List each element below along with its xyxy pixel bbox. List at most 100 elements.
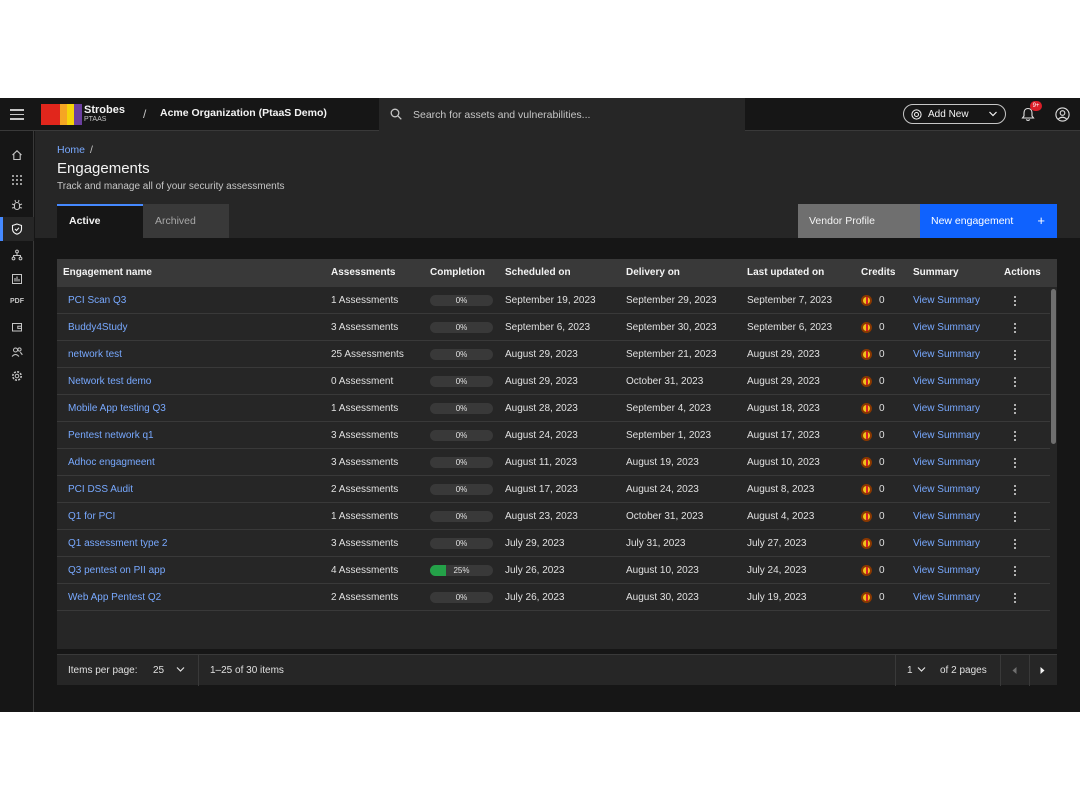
overflow-menu-icon[interactable] (1014, 593, 1017, 603)
engagement-name-link[interactable]: network test (68, 349, 122, 360)
column-header-updated[interactable]: Last updated on (747, 267, 824, 278)
scheduled-date: August 23, 2023 (505, 511, 578, 522)
user-avatar-icon[interactable] (1055, 107, 1070, 122)
scheduled-date: August 29, 2023 (505, 376, 578, 387)
nav-pdf[interactable]: PDF (0, 291, 34, 315)
tab-archived[interactable]: Archived (143, 204, 229, 238)
nav-vulnerabilities[interactable] (0, 193, 34, 217)
overflow-menu-icon[interactable] (1014, 539, 1017, 549)
view-summary-link[interactable]: View Summary (913, 322, 980, 333)
assessments-count: 2 Assessments (331, 484, 399, 495)
view-summary-link[interactable]: View Summary (913, 457, 980, 468)
overflow-menu-icon[interactable] (1014, 431, 1017, 441)
engagement-name-link[interactable]: Q1 assessment type 2 (68, 538, 168, 549)
chevron-down-icon[interactable] (917, 666, 926, 673)
nav-settings[interactable] (0, 364, 34, 388)
brand[interactable]: Strobes PTAAS (84, 104, 125, 124)
nav-home[interactable] (0, 143, 34, 167)
table-scrollbar[interactable] (1050, 287, 1057, 649)
view-summary-link[interactable]: View Summary (913, 376, 980, 387)
view-summary-link[interactable]: View Summary (913, 484, 980, 495)
updated-date: September 6, 2023 (747, 322, 833, 333)
pagination: Items per page: 25 1–25 of 30 items 1 of… (57, 654, 1057, 686)
view-summary-link[interactable]: View Summary (913, 592, 980, 603)
items-per-page-select[interactable]: 25 (153, 665, 164, 676)
vendor-profile-button[interactable]: Vendor Profile (798, 204, 920, 238)
completion-percent: 0% (455, 512, 468, 521)
credits-coin-icon (861, 565, 872, 576)
search-icon (390, 108, 402, 120)
nav-billing[interactable] (0, 315, 34, 339)
column-header-name[interactable]: Engagement name (63, 267, 152, 278)
search-input[interactable]: Search for assets and vulnerabilities... (413, 109, 590, 121)
completion-percent: 0% (455, 485, 468, 494)
engagement-name-link[interactable]: Q1 for PCI (68, 511, 115, 522)
view-summary-link[interactable]: View Summary (913, 511, 980, 522)
delivery-date: September 1, 2023 (626, 430, 712, 441)
nav-reports[interactable] (0, 267, 34, 291)
pages-total: of 2 pages (940, 665, 987, 676)
engagements-table: Engagement name Assessments Completion S… (57, 259, 1057, 649)
app-window: Strobes PTAAS / Acme Organization (PtaaS… (0, 98, 1080, 712)
column-header-delivery[interactable]: Delivery on (626, 267, 680, 278)
overflow-menu-icon[interactable] (1014, 377, 1017, 387)
overflow-menu-icon[interactable] (1014, 458, 1017, 468)
add-new-label: Add New (928, 109, 969, 120)
overflow-menu-icon[interactable] (1014, 350, 1017, 360)
engagement-name-link[interactable]: PCI Scan Q3 (68, 295, 126, 306)
engagement-name-link[interactable]: Pentest network q1 (68, 430, 154, 441)
updated-date: August 17, 2023 (747, 430, 820, 441)
column-header-assessments[interactable]: Assessments (331, 267, 395, 278)
credits-coin-icon (861, 592, 872, 603)
overflow-menu-icon[interactable] (1014, 566, 1017, 576)
table-row: Q1 assessment type 2 3 Assessments 0% July … (57, 530, 1050, 557)
page-select[interactable]: 1 (907, 665, 913, 676)
nav-users[interactable] (0, 340, 34, 364)
view-summary-link[interactable]: View Summary (913, 565, 980, 576)
hamburger-menu-icon[interactable] (10, 109, 24, 120)
overflow-menu-icon[interactable] (1014, 512, 1017, 522)
column-header-summary[interactable]: Summary (913, 267, 959, 278)
overflow-menu-icon[interactable] (1014, 404, 1017, 414)
breadcrumb-home-link[interactable]: Home (57, 144, 85, 156)
scrollbar-thumb[interactable] (1051, 289, 1056, 444)
completion-progress: 0% (430, 484, 493, 495)
column-header-scheduled[interactable]: Scheduled on (505, 267, 571, 278)
view-summary-link[interactable]: View Summary (913, 538, 980, 549)
column-header-credits[interactable]: Credits (861, 267, 895, 278)
engagement-name-link[interactable]: Q3 pentest on PII app (68, 565, 165, 576)
org-name[interactable]: Acme Organization (PtaaS Demo) (160, 107, 327, 119)
delivery-date: August 30, 2023 (626, 592, 699, 603)
new-engagement-button[interactable]: New engagement + (920, 204, 1057, 238)
completion-percent: 0% (455, 377, 468, 386)
view-summary-link[interactable]: View Summary (913, 430, 980, 441)
engagement-name-link[interactable]: Adhoc engagmeent (68, 457, 155, 468)
nav-network[interactable] (0, 243, 34, 267)
pager-divider (895, 655, 896, 686)
global-search[interactable]: Search for assets and vulnerabilities... (379, 98, 745, 131)
next-page-button[interactable] (1029, 655, 1057, 686)
view-summary-link[interactable]: View Summary (913, 295, 980, 306)
view-summary-link[interactable]: View Summary (913, 349, 980, 360)
tab-active[interactable]: Active (57, 204, 143, 238)
overflow-menu-icon[interactable] (1014, 323, 1017, 333)
overflow-menu-icon[interactable] (1014, 296, 1017, 306)
overflow-menu-icon[interactable] (1014, 485, 1017, 495)
nav-engagements[interactable] (0, 217, 34, 241)
chevron-down-icon[interactable] (176, 666, 185, 673)
strobes-logo[interactable] (41, 104, 82, 125)
caret-left-icon (1012, 667, 1017, 674)
engagement-name-link[interactable]: PCI DSS Audit (68, 484, 133, 495)
completion-progress: 0% (430, 322, 493, 333)
column-header-completion[interactable]: Completion (430, 267, 485, 278)
nav-apps[interactable] (0, 168, 34, 192)
engagement-name-link[interactable]: Buddy4Study (68, 322, 128, 333)
view-summary-link[interactable]: View Summary (913, 403, 980, 414)
add-new-button[interactable]: Add New (903, 104, 1006, 124)
engagement-name-link[interactable]: Mobile App testing Q3 (68, 403, 166, 414)
completion-percent: 0% (455, 458, 468, 467)
engagement-name-link[interactable]: Web App Pentest Q2 (68, 592, 161, 603)
users-icon (11, 347, 23, 357)
previous-page-button[interactable] (1001, 655, 1029, 686)
engagement-name-link[interactable]: Network test demo (68, 376, 151, 387)
